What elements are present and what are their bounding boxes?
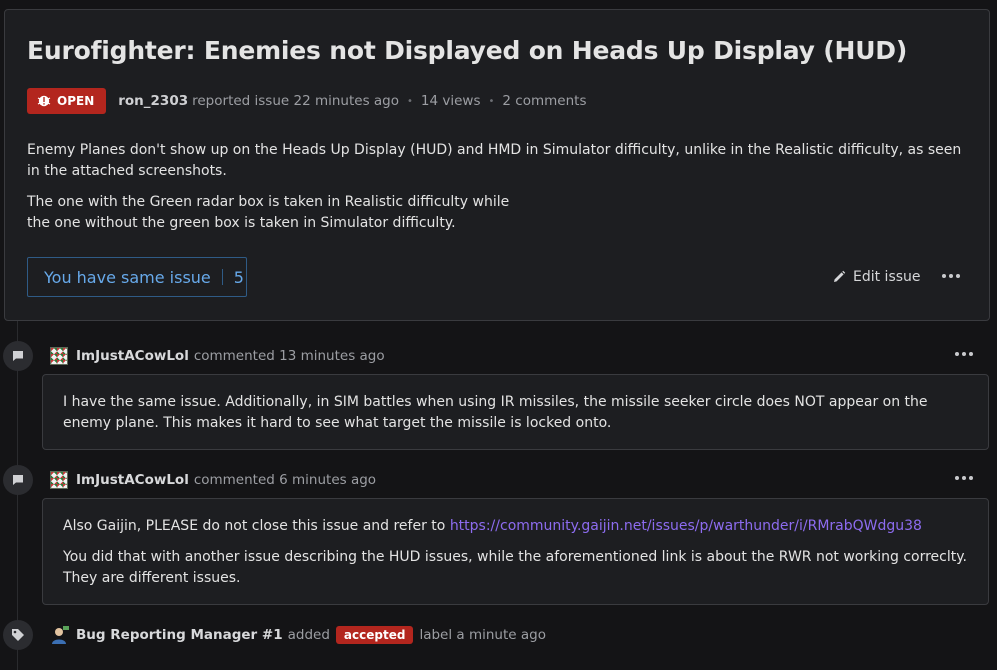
description-paragraph: Enemy Planes don't show up on the Heads … bbox=[27, 142, 962, 179]
dot-icon bbox=[955, 476, 959, 480]
comment-text: I have the same issue. Additionally, in … bbox=[63, 394, 928, 431]
dot-icon bbox=[942, 274, 946, 278]
dot-icon bbox=[949, 274, 953, 278]
dot-icon bbox=[969, 476, 973, 480]
issue-meta: OPEN ron_2303 reported issue 22 minutes … bbox=[27, 88, 586, 114]
comment-time: commented 6 minutes ago bbox=[193, 472, 377, 488]
accepted-label-badge[interactable]: accepted bbox=[335, 626, 414, 644]
status-badge: OPEN bbox=[27, 88, 107, 114]
description-line: the one without the green box is taken i… bbox=[27, 215, 456, 231]
issue-title: Eurofighter: Enemies not Displayed on He… bbox=[27, 36, 908, 65]
views-count: 14 views bbox=[420, 93, 481, 109]
comment-body: I have the same issue. Additionally, in … bbox=[42, 374, 989, 450]
dot-icon bbox=[962, 476, 966, 480]
event-action: added bbox=[287, 627, 330, 643]
issue-link[interactable]: https://community.gaijin.net/issues/p/wa… bbox=[450, 518, 922, 534]
same-issue-button[interactable]: You have same issue 5 bbox=[27, 257, 247, 297]
issue-card: Eurofighter: Enemies not Displayed on He… bbox=[4, 9, 990, 321]
edit-issue-label: Edit issue bbox=[853, 269, 921, 285]
label-event: Bug Reporting Manager #1 added accepted … bbox=[50, 624, 546, 646]
comment-time: commented 13 minutes ago bbox=[193, 348, 385, 364]
comments-count[interactable]: 2 comments bbox=[502, 93, 586, 109]
avatar[interactable] bbox=[50, 347, 68, 365]
manager-avatar-icon bbox=[52, 626, 69, 644]
timeline-line bbox=[17, 321, 18, 670]
tag-icon bbox=[3, 620, 33, 650]
comment-body: Also Gaijin, PLEASE do not close this is… bbox=[42, 498, 989, 605]
separator-dot: • bbox=[407, 95, 413, 107]
pencil-icon bbox=[834, 270, 846, 282]
dot-icon bbox=[956, 274, 960, 278]
divider bbox=[221, 269, 223, 285]
dot-icon bbox=[955, 352, 959, 356]
bug-icon bbox=[37, 95, 51, 107]
comment-text: You did that with another issue describi… bbox=[63, 549, 967, 586]
comment-text-before-link: Also Gaijin, PLEASE do not close this is… bbox=[63, 518, 446, 534]
comment-icon bbox=[3, 341, 33, 371]
dot-icon bbox=[969, 352, 973, 356]
comment-author[interactable]: ImJustACowLol bbox=[76, 472, 189, 488]
reported-time: reported issue 22 minutes ago bbox=[192, 93, 400, 109]
event-time: label a minute ago bbox=[419, 627, 546, 643]
status-label: OPEN bbox=[57, 94, 95, 108]
comment-header: ImJustACowLol commented 6 minutes ago bbox=[50, 470, 376, 490]
comment-more-button[interactable] bbox=[954, 344, 974, 364]
comment-text: Also Gaijin, PLEASE do not close this is… bbox=[63, 516, 968, 537]
dot-icon bbox=[962, 352, 966, 356]
avatar[interactable] bbox=[50, 471, 68, 489]
comment-icon bbox=[3, 465, 33, 495]
more-options-button[interactable] bbox=[941, 266, 961, 286]
same-issue-label: You have same issue bbox=[44, 267, 211, 287]
author-link[interactable]: ron_2303 bbox=[118, 93, 188, 109]
same-issue-count: 5 bbox=[233, 267, 244, 287]
event-user[interactable]: Bug Reporting Manager #1 bbox=[76, 627, 283, 643]
separator-dot: • bbox=[488, 95, 495, 107]
comment-author[interactable]: ImJustACowLol bbox=[76, 348, 189, 364]
comment-more-button[interactable] bbox=[954, 468, 974, 488]
issue-description: Enemy Planes don't show up on the Heads … bbox=[27, 140, 977, 234]
edit-issue-button[interactable]: Edit issue bbox=[832, 267, 921, 287]
comment-header: ImJustACowLol commented 13 minutes ago bbox=[50, 346, 385, 366]
description-line: The one with the Green radar box is take… bbox=[27, 194, 510, 210]
